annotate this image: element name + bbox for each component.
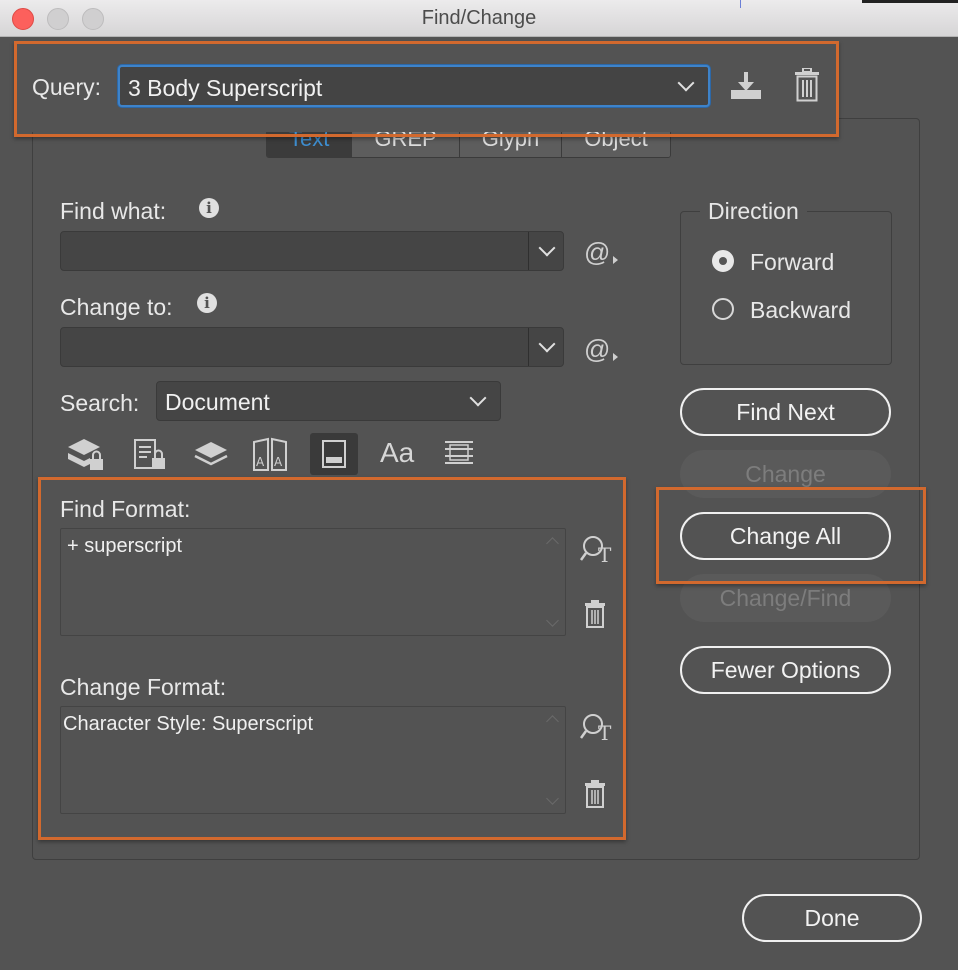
- find-next-button[interactable]: Find Next: [680, 388, 891, 436]
- special-characters-icon[interactable]: @: [584, 237, 619, 268]
- direction-label: Direction: [700, 198, 807, 225]
- background-edge: [740, 0, 741, 8]
- whole-word-icon[interactable]: [442, 438, 476, 470]
- change-to-info-icon[interactable]: i: [197, 293, 217, 313]
- change-to-input[interactable]: [60, 327, 564, 367]
- forward-label[interactable]: Forward: [750, 249, 834, 276]
- backward-label[interactable]: Backward: [750, 297, 851, 324]
- chevron-down-icon: [469, 389, 487, 407]
- search-label: Search:: [60, 390, 140, 416]
- master-pages-icon[interactable]: A A: [250, 436, 290, 474]
- find-what-info-icon[interactable]: i: [199, 198, 219, 218]
- fewer-options-button[interactable]: Fewer Options: [680, 646, 891, 694]
- divider: [528, 328, 529, 366]
- locked-layers-icon[interactable]: [66, 437, 106, 473]
- forward-radio[interactable]: [712, 250, 734, 272]
- title-bar: Find/Change: [0, 0, 958, 37]
- query-highlight: [14, 41, 839, 137]
- svg-text:A: A: [274, 455, 283, 469]
- find-what-input[interactable]: [60, 231, 564, 271]
- chevron-down-icon[interactable]: [538, 239, 556, 257]
- locked-stories-icon[interactable]: [132, 437, 168, 473]
- format-highlight: [38, 477, 626, 840]
- done-button[interactable]: Done: [742, 894, 922, 942]
- search-scope-value: Document: [165, 389, 270, 415]
- svg-text:A: A: [256, 455, 265, 469]
- change-all-highlight: [656, 487, 926, 584]
- backward-radio[interactable]: [712, 298, 734, 320]
- search-scope-dropdown[interactable]: Document: [156, 381, 501, 421]
- chevron-down-icon[interactable]: [538, 335, 556, 353]
- window-title: Find/Change: [421, 7, 537, 29]
- change-to-label: Change to:: [60, 294, 173, 320]
- special-characters-icon[interactable]: @: [584, 334, 619, 365]
- footnotes-icon: [322, 440, 346, 468]
- find-what-label: Find what:: [60, 198, 167, 224]
- divider: [528, 232, 529, 270]
- footnotes-toggle[interactable]: [310, 433, 358, 475]
- hidden-layers-icon[interactable]: [192, 440, 230, 470]
- direction-group: [680, 211, 892, 365]
- background-edge-dark: [862, 0, 958, 3]
- case-sensitive-icon[interactable]: Aa: [380, 437, 414, 469]
